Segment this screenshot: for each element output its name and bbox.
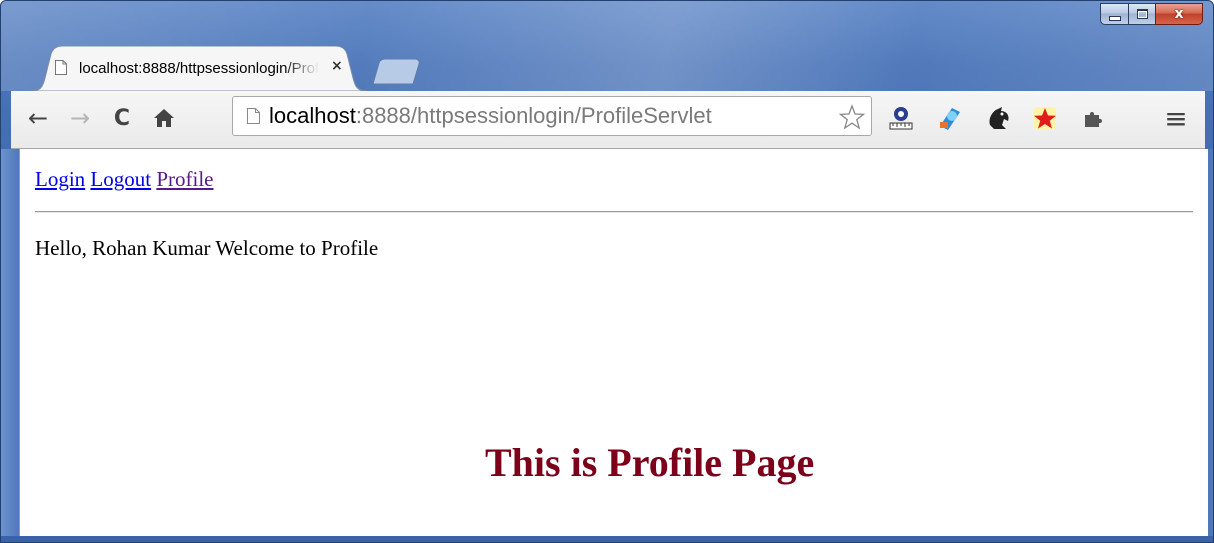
greeting-text: Hello, Rohan Kumar Welcome to Profile bbox=[35, 236, 379, 260]
home-button[interactable] bbox=[149, 103, 179, 133]
minimize-icon bbox=[1108, 15, 1121, 21]
window-bottom-border bbox=[1, 536, 1213, 542]
horizontal-rule bbox=[35, 211, 1193, 213]
page-heading: This is Profile Page bbox=[485, 440, 815, 485]
bookmark-star-icon[interactable] bbox=[839, 104, 865, 130]
forward-button[interactable]: → bbox=[65, 103, 95, 133]
maximize-button[interactable] bbox=[1128, 3, 1155, 25]
nav-links: Login Logout Profile bbox=[35, 167, 214, 192]
url-host: localhost bbox=[269, 103, 356, 128]
menu-button[interactable]: ≡ bbox=[1161, 101, 1191, 135]
page-icon bbox=[55, 60, 67, 75]
red-star-extension-icon[interactable] bbox=[1031, 104, 1059, 132]
puzzle-fox-extension-icon[interactable] bbox=[985, 104, 1013, 132]
browser-window: x localhost:8888/httpsessionlogin/Profil… bbox=[0, 0, 1214, 543]
hamburger-menu-icon: ≡ bbox=[1164, 101, 1188, 135]
page-content: Login Logout Profile Hello, Rohan Kumar … bbox=[19, 149, 1208, 536]
minimize-button[interactable] bbox=[1100, 3, 1128, 25]
reload-icon: C bbox=[113, 105, 131, 131]
puzzle-piece-extension-icon[interactable] bbox=[1079, 104, 1107, 132]
translate-extension-icon[interactable] bbox=[936, 104, 964, 132]
home-icon bbox=[154, 109, 174, 127]
back-arrow-icon: ← bbox=[27, 104, 49, 132]
forward-arrow-icon: → bbox=[69, 104, 91, 132]
page-icon bbox=[247, 108, 260, 124]
profile-link[interactable]: Profile bbox=[156, 167, 213, 191]
login-link[interactable]: Login bbox=[35, 167, 85, 191]
window-right-border bbox=[1207, 149, 1213, 542]
maximize-icon bbox=[1136, 9, 1148, 19]
caption-buttons: x bbox=[1100, 3, 1203, 27]
url-path: :8888/httpsessionlogin/ProfileServlet bbox=[355, 103, 712, 128]
close-icon: x bbox=[1174, 6, 1184, 22]
new-tab-button[interactable] bbox=[371, 59, 421, 85]
address-bar[interactable]: localhost:8888/httpsessionlogin/ProfileS… bbox=[232, 96, 872, 136]
back-button[interactable]: ← bbox=[23, 103, 53, 133]
window-left-border bbox=[1, 149, 19, 542]
url-text: localhost:8888/httpsessionlogin/ProfileS… bbox=[269, 103, 712, 129]
reload-button[interactable]: C bbox=[107, 103, 137, 133]
close-window-button[interactable]: x bbox=[1155, 3, 1203, 25]
logout-link[interactable]: Logout bbox=[90, 167, 151, 191]
tab-title: localhost:8888/httpsessionlogin/ProfileS… bbox=[79, 60, 319, 77]
tab-close-icon[interactable]: × bbox=[331, 58, 343, 74]
ruler-extension-icon[interactable] bbox=[887, 104, 915, 132]
tab-active[interactable]: localhost:8888/httpsessionlogin/ProfileS… bbox=[31, 46, 367, 91]
toolbar: ← → C localhost:8888/httpsessionlogin/Pr… bbox=[11, 91, 1205, 149]
